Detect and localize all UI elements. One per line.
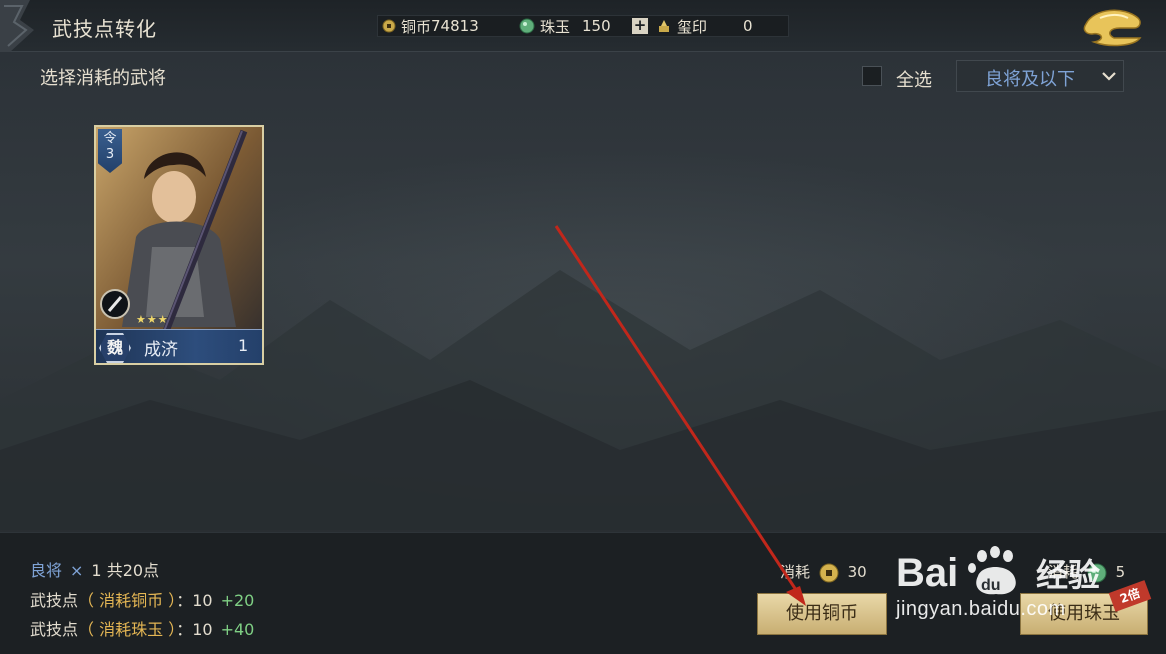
use-copper-button[interactable]: 使用铜币 (757, 593, 887, 635)
seal-label: 玺印 (677, 17, 708, 36)
corner-ornament-icon (0, 0, 34, 52)
copper-points-paren: （ 消耗铜币 ） (78, 591, 177, 610)
select-heroes-label: 选择消耗的武将 (40, 68, 166, 89)
jade-points-value: ：10 (176, 620, 213, 639)
faction-emblem: 魏 (99, 333, 131, 363)
copper-coin-icon (819, 563, 839, 582)
copper-value: 74813 (431, 17, 479, 35)
svg-text:du: du (981, 577, 1001, 594)
svg-text:Bai: Bai (896, 551, 958, 595)
copper-cost: 消耗 30 (780, 561, 867, 583)
card-footer: 魏 成济 1 (96, 329, 262, 363)
jade-points-paren: （ 消耗珠玉 ） (78, 620, 177, 639)
copper-points-prefix: 武技点 (30, 591, 79, 610)
grade-filter-value: 良将及以下 (985, 69, 1075, 90)
seal-icon (659, 20, 669, 32)
select-all-checkbox[interactable] (862, 66, 882, 86)
rank-value: 3 (105, 147, 115, 162)
jade-points-prefix: 武技点 (30, 620, 79, 639)
copper-label: 铜币 (401, 17, 432, 36)
jade-points-line: 武技点（ 消耗珠玉 ）：10 +40 (30, 616, 254, 640)
baidu-watermark-logo: Bai du 经验 (896, 546, 1100, 595)
jade-icon (519, 18, 535, 34)
jade-currency: 珠玉 150 (519, 16, 611, 36)
hero-count: 1 (238, 336, 249, 355)
watermark-url: jingyan.baidu.com (896, 598, 1066, 620)
select-all-label[interactable]: 全选 (896, 66, 932, 92)
sword-icon (100, 289, 130, 319)
game-screen: 武技点转化 铜币 74813 珠玉 150 + 玺印 0 选择消耗的武将 全选 … (0, 0, 1166, 654)
copper-points-bonus: +20 (220, 591, 255, 610)
rank-label: 令 (103, 131, 117, 146)
selection-summary: 良将 × 1 共20点 (30, 557, 159, 581)
dragon-back-icon[interactable] (1080, 4, 1146, 48)
copper-currency: 铜币 74813 (382, 16, 479, 36)
star-rating: ★★★ (136, 313, 169, 326)
hero-card[interactable]: 令 3 ★★★ 魏 成济 1 (94, 125, 264, 365)
copper-points-value: ：10 (176, 591, 213, 610)
seal-currency: 玺印 0 (656, 16, 753, 36)
currency-bar: 铜币 74813 珠玉 150 + 玺印 0 (377, 15, 789, 37)
jade-points-bonus: +40 (220, 620, 255, 639)
jade-value: 150 (582, 17, 611, 35)
svg-text:经验: 经验 (1036, 556, 1100, 594)
summary-count: 1 共20点 (91, 561, 160, 580)
copper-cost-value: 30 (847, 563, 867, 581)
copper-coin-icon (382, 19, 396, 33)
page-title: 武技点转化 (52, 17, 157, 41)
top-bar: 武技点转化 铜币 74813 珠玉 150 + 玺印 0 (0, 0, 1166, 52)
chevron-down-icon (1102, 72, 1116, 81)
copper-cost-label: 消耗 (780, 563, 811, 581)
seal-value: 0 (743, 17, 753, 35)
summary-grade: 良将 (30, 561, 63, 580)
jade-label: 珠玉 (540, 17, 571, 36)
summary-times: × (70, 561, 84, 580)
grade-filter-dropdown[interactable]: 良将及以下 (956, 60, 1124, 92)
hero-name: 成济 (144, 340, 178, 360)
copper-points-line: 武技点（ 消耗铜币 ）：10 +20 (30, 587, 254, 611)
add-jade-button[interactable]: + (632, 18, 648, 34)
